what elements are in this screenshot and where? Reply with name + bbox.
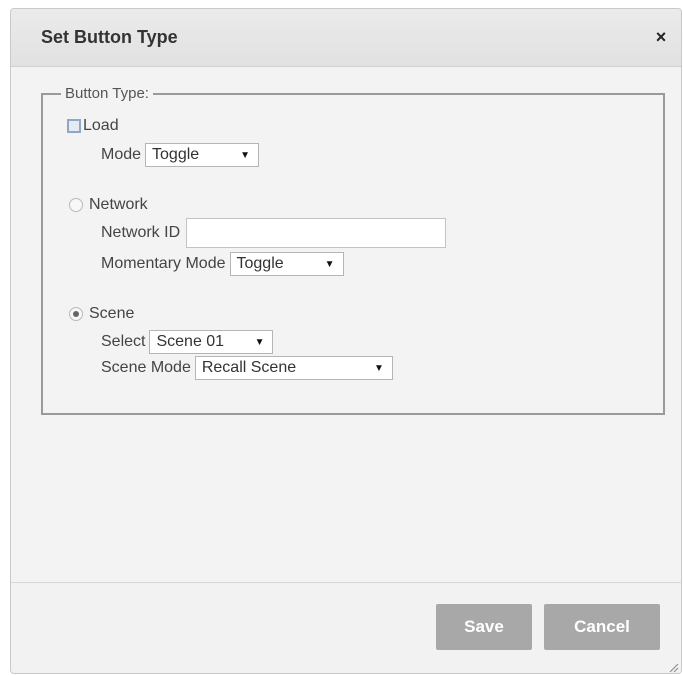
- momentary-mode-row: Momentary Mode Toggle ▼: [101, 252, 344, 276]
- network-id-row: Network ID: [101, 218, 447, 248]
- save-button[interactable]: Save: [436, 604, 532, 650]
- network-id-input[interactable]: [186, 218, 447, 248]
- dialog-titlebar[interactable]: Set Button Type ×: [11, 9, 681, 67]
- scene-mode-select[interactable]: Recall Scene ▼: [194, 356, 393, 380]
- scene-select-value: Scene 01: [156, 333, 225, 350]
- cancel-button[interactable]: Cancel: [544, 604, 660, 650]
- load-label: Load: [83, 117, 119, 134]
- button-type-fieldset: Button Type: Load Mode Toggle ▼ Network …: [41, 85, 665, 415]
- momentary-mode-select[interactable]: Toggle ▼: [229, 252, 344, 276]
- scene-mode-label: Scene Mode: [101, 359, 191, 376]
- dialog-body: Button Type: Load Mode Toggle ▼ Network …: [11, 67, 681, 582]
- network-id-label: Network ID: [101, 224, 181, 241]
- load-option[interactable]: Load: [67, 117, 119, 135]
- scene-select-row: Select Scene 01 ▼: [101, 330, 274, 354]
- network-label: Network: [89, 196, 148, 213]
- network-radio[interactable]: [69, 198, 83, 212]
- dialog-title: Set Button Type: [41, 27, 178, 47]
- load-mode-row: Mode Toggle ▼: [101, 143, 260, 167]
- resize-grip-icon[interactable]: [667, 661, 679, 673]
- momentary-mode-value: Toggle: [236, 255, 284, 272]
- load-checkbox[interactable]: [67, 119, 81, 133]
- load-mode-value: Toggle: [152, 146, 200, 163]
- chevron-down-icon: ▼: [324, 258, 335, 270]
- chevron-down-icon: ▼: [373, 362, 384, 374]
- scene-mode-row: Scene Mode Recall Scene ▼: [101, 356, 393, 380]
- scene-select[interactable]: Scene 01 ▼: [149, 330, 274, 354]
- load-mode-label: Mode: [101, 146, 142, 163]
- scene-mode-value: Recall Scene: [201, 359, 297, 376]
- chevron-down-icon: ▼: [240, 149, 251, 161]
- button-type-legend: Button Type:: [61, 85, 153, 102]
- close-icon[interactable]: ×: [651, 27, 671, 47]
- network-option[interactable]: Network: [69, 196, 148, 214]
- chevron-down-icon: ▼: [254, 336, 265, 348]
- scene-option[interactable]: Scene: [69, 305, 134, 323]
- momentary-mode-label: Momentary Mode: [101, 255, 226, 272]
- scene-select-label: Select: [101, 333, 146, 350]
- scene-radio[interactable]: [69, 307, 83, 321]
- dialog-footer: Save Cancel: [11, 582, 681, 673]
- scene-label: Scene: [89, 305, 135, 322]
- set-button-type-dialog: Set Button Type × Button Type: Load Mode…: [10, 8, 682, 674]
- load-mode-select[interactable]: Toggle ▼: [145, 143, 260, 167]
